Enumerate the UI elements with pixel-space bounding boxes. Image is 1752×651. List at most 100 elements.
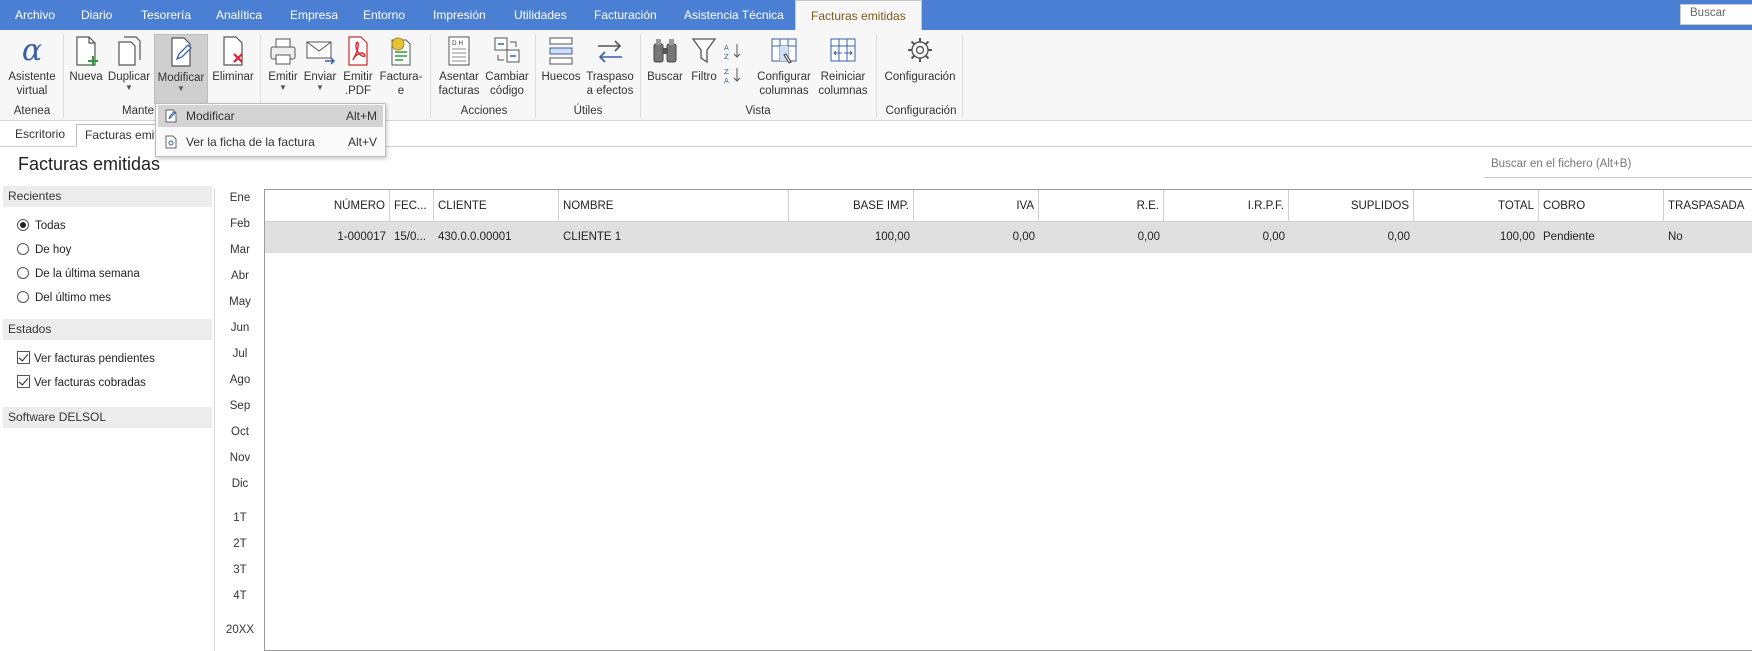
- cell-total: 100,00: [1499, 231, 1535, 243]
- asistente-virtual-button[interactable]: α Asistente virtual: [6, 34, 58, 98]
- traspaso-efectos-button[interactable]: Traspaso a efectos: [584, 34, 636, 98]
- chevron-down-icon: ▼: [279, 83, 287, 92]
- sort-ascending-icon: AZ: [724, 44, 741, 61]
- duplicate-icon: [118, 36, 141, 66]
- enviar-button[interactable]: Enviar ▼: [302, 34, 338, 92]
- col-numero[interactable]: NÚMERO: [265, 190, 390, 222]
- year-selector[interactable]: 20XX: [215, 624, 265, 636]
- emitir-pdf-label: Emitir: [343, 71, 373, 83]
- tab-escritorio[interactable]: Escritorio: [7, 124, 73, 147]
- col-iva[interactable]: IVA: [914, 190, 1039, 222]
- col-irpf[interactable]: I.R.P.F.: [1164, 190, 1289, 222]
- month-ago[interactable]: Ago: [215, 374, 265, 386]
- configuracion-button[interactable]: Configuración: [882, 34, 958, 84]
- col-nombre[interactable]: NOMBRE: [559, 190, 789, 222]
- software-delsol-header[interactable]: Software DELSOL: [3, 407, 212, 428]
- reiniciar-label: Reiniciar: [820, 71, 866, 83]
- new-document-icon: [76, 36, 98, 66]
- quarter-4t[interactable]: 4T: [215, 590, 265, 602]
- menu-empresa[interactable]: Empresa: [290, 0, 338, 30]
- month-ene[interactable]: Ene: [215, 192, 265, 204]
- menu-entorno[interactable]: Entorno: [363, 0, 405, 30]
- recientes-header: Recientes: [3, 186, 212, 207]
- menu-facturacion[interactable]: Facturación: [594, 0, 657, 30]
- quarter-2t[interactable]: 2T: [215, 538, 265, 550]
- menu-item-modificar[interactable]: Modificar Alt+M: [158, 105, 383, 127]
- group-label-mante: Mante: [122, 105, 154, 117]
- cambiar-codigo-button[interactable]: Cambiar código: [484, 34, 530, 98]
- menu-analitica[interactable]: Analítica: [216, 0, 262, 30]
- sort-ascending-button[interactable]: AZ: [723, 42, 743, 64]
- reiniciar-label-2: columnas: [818, 85, 868, 97]
- duplicar-button[interactable]: Duplicar ▼: [106, 34, 152, 92]
- nueva-button[interactable]: Nueva: [68, 34, 104, 84]
- month-jul[interactable]: Jul: [215, 348, 265, 360]
- quarter-3t[interactable]: 3T: [215, 564, 265, 576]
- buscar-button[interactable]: Buscar: [645, 34, 685, 84]
- mail-icon: [306, 41, 335, 65]
- sort-descending-button[interactable]: ZA: [723, 66, 743, 88]
- checkbox-facturas-pendientes[interactable]: Ver facturas pendientes: [17, 351, 155, 367]
- chevron-down-icon: ▼: [316, 83, 324, 92]
- month-abr[interactable]: Abr: [215, 270, 265, 282]
- radio-ultimo-mes[interactable]: Del último mes: [17, 290, 111, 306]
- menu-impresion[interactable]: Impresión: [433, 0, 486, 30]
- emitir-button[interactable]: Emitir ▼: [266, 34, 300, 92]
- month-mar[interactable]: Mar: [215, 244, 265, 256]
- configurar-columnas-button[interactable]: Configurar columnas: [755, 34, 813, 98]
- col-base-imp[interactable]: BASE IMP.: [789, 190, 914, 222]
- edit-document-icon: [165, 109, 177, 123]
- gear-icon: [908, 38, 932, 62]
- emitir-pdf-button[interactable]: Emitir .PDF: [340, 34, 376, 98]
- reiniciar-columnas-button[interactable]: Reiniciar columnas: [815, 34, 871, 98]
- global-search-input[interactable]: Buscar: [1680, 4, 1752, 25]
- menu-asistencia-tecnica[interactable]: Asistencia Técnica: [684, 0, 784, 30]
- configurar-label-2: columnas: [759, 85, 809, 97]
- month-nov[interactable]: Nov: [215, 452, 265, 464]
- col-re[interactable]: R.E.: [1039, 190, 1164, 222]
- radio-de-hoy[interactable]: De hoy: [17, 242, 71, 258]
- huecos-button[interactable]: Huecos: [540, 34, 582, 84]
- modificar-dropdown-menu: Modificar Alt+M Ver la ficha de la factu…: [155, 103, 386, 157]
- col-total[interactable]: TOTAL: [1414, 190, 1539, 222]
- modificar-button[interactable]: Modificar ▼: [154, 34, 208, 104]
- month-oct[interactable]: Oct: [215, 426, 265, 438]
- table-row[interactable]: 1-000017 15/0... 430.0.0.00001 CLIENTE 1…: [265, 222, 1752, 253]
- tab-facturas-emitidas[interactable]: Facturas emiti: [76, 124, 162, 147]
- menu-utilidades[interactable]: Utilidades: [514, 0, 567, 30]
- asentar-facturas-button[interactable]: D H Asentar facturas: [436, 34, 482, 98]
- col-fecha[interactable]: FEC...: [390, 190, 434, 222]
- month-feb[interactable]: Feb: [215, 218, 265, 230]
- menu-item-ver-ficha-shortcut: Alt+V: [347, 135, 377, 149]
- file-search-input[interactable]: Buscar en el fichero (Alt+B): [1484, 152, 1752, 178]
- group-label-configuracion: Configuración: [885, 105, 957, 117]
- col-cliente[interactable]: CLIENTE: [434, 190, 559, 222]
- factura-e-button[interactable]: Factura- e: [378, 34, 424, 98]
- menu-tesoreria[interactable]: Tesorería: [141, 0, 191, 30]
- filtro-button[interactable]: Filtro: [687, 34, 721, 84]
- factura-e-label: Factura-: [379, 71, 423, 83]
- menu-diario[interactable]: Diario: [81, 0, 112, 30]
- filtro-label: Filtro: [691, 71, 717, 83]
- month-may[interactable]: May: [215, 296, 265, 308]
- col-traspasada[interactable]: TRASPASADA: [1664, 190, 1752, 222]
- cell-suplidos: 0,00: [1387, 231, 1410, 243]
- svg-text:A: A: [724, 77, 729, 84]
- month-jun[interactable]: Jun: [215, 322, 265, 334]
- month-sep[interactable]: Sep: [215, 400, 265, 412]
- modificar-label: Modificar: [157, 72, 205, 84]
- checkbox-cobradas-label: Ver facturas cobradas: [34, 377, 146, 389]
- asentar-label-2: facturas: [438, 85, 480, 97]
- menu-facturas-emitidas[interactable]: Facturas emitidas: [795, 0, 922, 31]
- col-suplidos[interactable]: SUPLIDOS: [1289, 190, 1414, 222]
- eliminar-button[interactable]: Eliminar: [210, 34, 256, 84]
- cell-nombre: CLIENTE 1: [563, 231, 622, 243]
- menu-archivo[interactable]: Archivo: [15, 0, 55, 30]
- radio-ultima-semana[interactable]: De la última semana: [17, 266, 140, 282]
- quarter-1t[interactable]: 1T: [215, 512, 265, 524]
- checkbox-facturas-cobradas[interactable]: Ver facturas cobradas: [17, 375, 146, 391]
- month-dic[interactable]: Dic: [215, 478, 265, 490]
- menu-item-ver-ficha[interactable]: Ver la ficha de la factura Alt+V: [158, 131, 383, 153]
- col-cobro[interactable]: COBRO: [1539, 190, 1664, 222]
- radio-todas[interactable]: Todas: [17, 218, 66, 234]
